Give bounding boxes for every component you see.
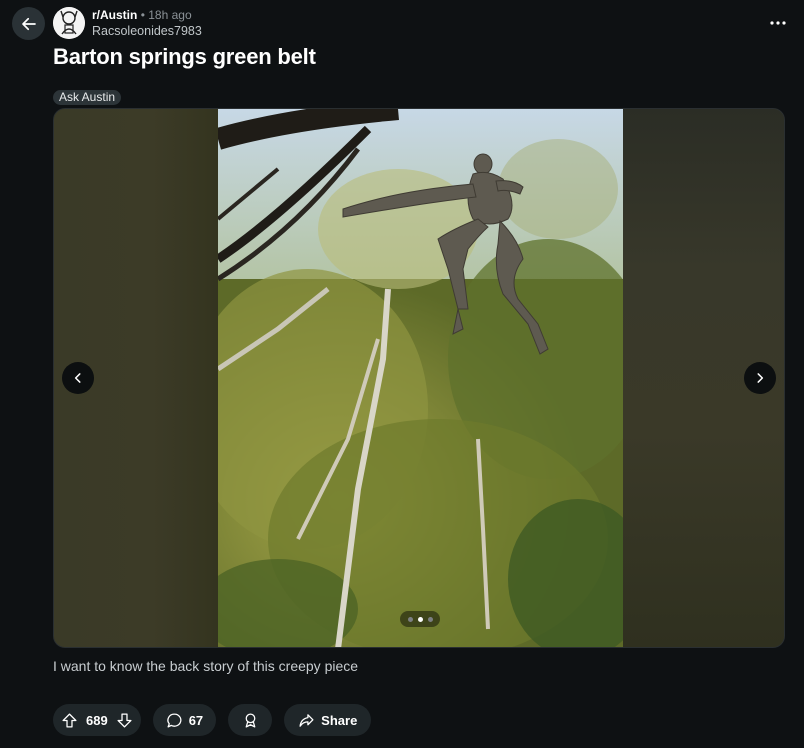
post-image[interactable] bbox=[218, 109, 623, 648]
image-gallery[interactable] bbox=[53, 108, 785, 648]
share-button[interactable]: Share bbox=[284, 704, 372, 736]
meta-separator: • bbox=[140, 8, 145, 22]
chevron-right-icon bbox=[757, 373, 764, 383]
upvote-icon bbox=[62, 712, 77, 728]
gallery-pagination bbox=[400, 611, 440, 627]
gallery-dot-2[interactable] bbox=[417, 616, 423, 622]
share-icon bbox=[299, 713, 314, 727]
post-time: 18h ago bbox=[148, 8, 192, 22]
post-actions: 689 67 Share bbox=[53, 704, 372, 736]
gallery-dot-3[interactable] bbox=[427, 616, 433, 622]
share-label: Share bbox=[321, 712, 358, 728]
downvote-icon bbox=[117, 712, 132, 728]
post-title[interactable]: Barton springs green belt bbox=[53, 44, 316, 70]
post-flair[interactable]: Ask Austin bbox=[53, 90, 122, 105]
more-options-icon bbox=[770, 21, 786, 25]
comments-button[interactable]: 67 bbox=[152, 704, 217, 736]
gallery-prev-button[interactable] bbox=[62, 362, 94, 394]
chevron-left-icon bbox=[74, 373, 81, 383]
comment-icon bbox=[166, 712, 182, 728]
post-body: I want to know the back story of this cr… bbox=[53, 658, 359, 674]
award-icon bbox=[245, 712, 256, 728]
subreddit-avatar-image bbox=[53, 7, 85, 39]
subreddit-link[interactable]: r/Austin bbox=[92, 8, 137, 22]
more-options-button[interactable] bbox=[766, 11, 790, 35]
subreddit-avatar[interactable] bbox=[53, 7, 85, 39]
gallery-dot-1[interactable] bbox=[407, 616, 413, 622]
downvote-button[interactable] bbox=[116, 712, 133, 729]
upvote-button[interactable] bbox=[61, 712, 78, 729]
back-arrow-icon bbox=[21, 17, 36, 30]
comment-count: 67 bbox=[188, 712, 204, 728]
author-link[interactable]: Racsoleonides7983 bbox=[92, 23, 202, 39]
post-meta: r/Austin • 18h ago Racsoleonides7983 bbox=[92, 7, 202, 39]
award-button[interactable] bbox=[228, 704, 273, 736]
vote-group: 689 bbox=[53, 704, 141, 736]
back-button[interactable] bbox=[12, 7, 45, 40]
vote-count: 689 bbox=[86, 712, 108, 728]
gallery-next-button[interactable] bbox=[744, 362, 776, 394]
